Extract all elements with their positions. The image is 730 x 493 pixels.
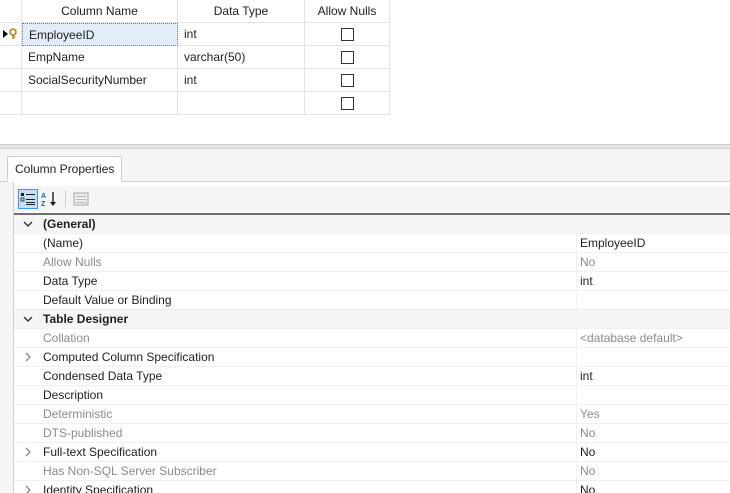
category-label: Table Designer bbox=[43, 312, 129, 326]
category-general[interactable]: (General) bbox=[14, 215, 730, 234]
allow-nulls-checkbox[interactable] bbox=[340, 96, 354, 110]
property-value[interactable] bbox=[577, 348, 730, 366]
property-default-value[interactable]: Default Value or Binding bbox=[14, 291, 730, 310]
data-type-cell[interactable] bbox=[178, 92, 305, 115]
properties-tab-bar: Column Properties bbox=[0, 149, 730, 182]
data-type-cell[interactable]: varchar(50) bbox=[178, 46, 305, 69]
property-pages-icon bbox=[73, 192, 89, 206]
allow-nulls-checkbox[interactable] bbox=[340, 50, 354, 64]
column-name-cell[interactable]: EmployeeID bbox=[22, 23, 178, 46]
toolbar-separator bbox=[65, 191, 66, 207]
property-label: Collation bbox=[41, 329, 577, 347]
property-label: Identity Specification bbox=[41, 481, 577, 493]
category-label: (General) bbox=[43, 217, 96, 231]
property-label: Allow Nulls bbox=[41, 253, 577, 271]
property-deterministic[interactable]: Deterministic Yes bbox=[14, 405, 730, 424]
property-grid-toolbar: A Z bbox=[14, 186, 730, 212]
row-selector[interactable] bbox=[0, 46, 22, 69]
property-value[interactable] bbox=[577, 386, 730, 404]
column-properties-panel: Column Properties A Z (General) (Name) E… bbox=[0, 149, 730, 493]
property-value[interactable]: int bbox=[577, 367, 730, 385]
property-label: Has Non-SQL Server Subscriber bbox=[41, 462, 577, 480]
expand-chevron-icon[interactable] bbox=[14, 481, 41, 493]
property-full-text[interactable]: Full-text Specification No bbox=[14, 443, 730, 462]
data-type-cell[interactable]: int bbox=[178, 23, 305, 46]
property-data-type[interactable]: Data Type int bbox=[14, 272, 730, 291]
data-type-cell[interactable]: int bbox=[178, 69, 305, 92]
allow-nulls-cell[interactable] bbox=[305, 69, 390, 92]
table-row[interactable]: EmpName varchar(50) bbox=[0, 46, 391, 69]
property-value[interactable]: <database default> bbox=[577, 329, 730, 347]
row-selector[interactable] bbox=[0, 69, 22, 92]
column-name-header: Column Name bbox=[22, 0, 178, 23]
categorized-icon bbox=[20, 192, 36, 206]
property-label: Deterministic bbox=[41, 405, 577, 423]
table-row[interactable]: SocialSecurityNumber int bbox=[0, 69, 391, 92]
allow-nulls-checkbox[interactable] bbox=[340, 27, 354, 41]
property-label: Data Type bbox=[41, 272, 577, 290]
column-name-cell[interactable] bbox=[22, 92, 178, 115]
expand-chevron-icon[interactable] bbox=[14, 443, 41, 461]
table-designer-grid: Column Name Data Type Allow Nulls Employ… bbox=[0, 0, 391, 115]
property-value[interactable]: No bbox=[577, 424, 730, 442]
property-allow-nulls[interactable]: Allow Nulls No bbox=[14, 253, 730, 272]
column-name-cell[interactable]: SocialSecurityNumber bbox=[22, 69, 178, 92]
property-label: Description bbox=[41, 386, 577, 404]
alphabetical-button[interactable]: A Z bbox=[40, 189, 60, 209]
property-value[interactable] bbox=[577, 291, 730, 309]
property-label: Default Value or Binding bbox=[41, 291, 577, 309]
row-selector[interactable] bbox=[0, 23, 22, 46]
property-value[interactable]: No bbox=[577, 462, 730, 480]
property-grid: (General) (Name) EmployeeID Allow Nulls … bbox=[14, 213, 730, 493]
property-non-sql-subscriber[interactable]: Has Non-SQL Server Subscriber No bbox=[14, 462, 730, 481]
categorized-button[interactable] bbox=[18, 189, 38, 209]
property-pages-button[interactable] bbox=[71, 189, 91, 209]
property-label: DTS-published bbox=[41, 424, 577, 442]
collapse-chevron-icon[interactable] bbox=[14, 215, 41, 233]
property-label: Computed Column Specification bbox=[41, 348, 577, 366]
property-identity-specification[interactable]: Identity Specification No bbox=[14, 481, 730, 493]
allow-nulls-cell[interactable] bbox=[305, 23, 390, 46]
expand-chevron-icon[interactable] bbox=[14, 348, 41, 366]
property-value[interactable]: No bbox=[577, 253, 730, 271]
allow-nulls-header: Allow Nulls bbox=[305, 0, 390, 23]
column-name-cell[interactable]: EmpName bbox=[22, 46, 178, 69]
property-value[interactable]: No bbox=[577, 443, 730, 461]
property-label: Condensed Data Type bbox=[41, 367, 577, 385]
sort-alphabetical-icon: A Z bbox=[41, 191, 59, 207]
svg-text:Z: Z bbox=[41, 201, 46, 207]
row-selector[interactable] bbox=[0, 92, 22, 115]
property-dts-published[interactable]: DTS-published No bbox=[14, 424, 730, 443]
property-description[interactable]: Description bbox=[14, 386, 730, 405]
table-row-new[interactable] bbox=[0, 92, 391, 115]
allow-nulls-cell[interactable] bbox=[305, 92, 390, 115]
row-pointer-icon bbox=[2, 28, 20, 40]
property-value[interactable]: No bbox=[577, 481, 730, 493]
property-value[interactable]: EmployeeID bbox=[577, 234, 730, 252]
table-row[interactable]: EmployeeID int bbox=[0, 23, 391, 46]
collapse-chevron-icon[interactable] bbox=[14, 310, 41, 328]
grid-header-row: Column Name Data Type Allow Nulls bbox=[0, 0, 391, 23]
allow-nulls-checkbox[interactable] bbox=[340, 73, 354, 87]
row-selector-header bbox=[0, 0, 22, 23]
property-collation[interactable]: Collation <database default> bbox=[14, 329, 730, 348]
property-label: Full-text Specification bbox=[41, 443, 577, 461]
property-name[interactable]: (Name) EmployeeID bbox=[14, 234, 730, 253]
tab-column-properties[interactable]: Column Properties bbox=[7, 156, 123, 182]
property-condensed-data-type[interactable]: Condensed Data Type int bbox=[14, 367, 730, 386]
property-label: (Name) bbox=[41, 234, 577, 252]
category-table-designer[interactable]: Table Designer bbox=[14, 310, 730, 329]
property-grid-container: A Z (General) (Name) EmployeeID Allow Nu… bbox=[13, 182, 730, 493]
svg-text:A: A bbox=[41, 193, 46, 200]
property-value[interactable]: Yes bbox=[577, 405, 730, 423]
property-value[interactable]: int bbox=[577, 272, 730, 290]
allow-nulls-cell[interactable] bbox=[305, 46, 390, 69]
property-computed-column[interactable]: Computed Column Specification bbox=[14, 348, 730, 367]
data-type-header: Data Type bbox=[178, 0, 305, 23]
